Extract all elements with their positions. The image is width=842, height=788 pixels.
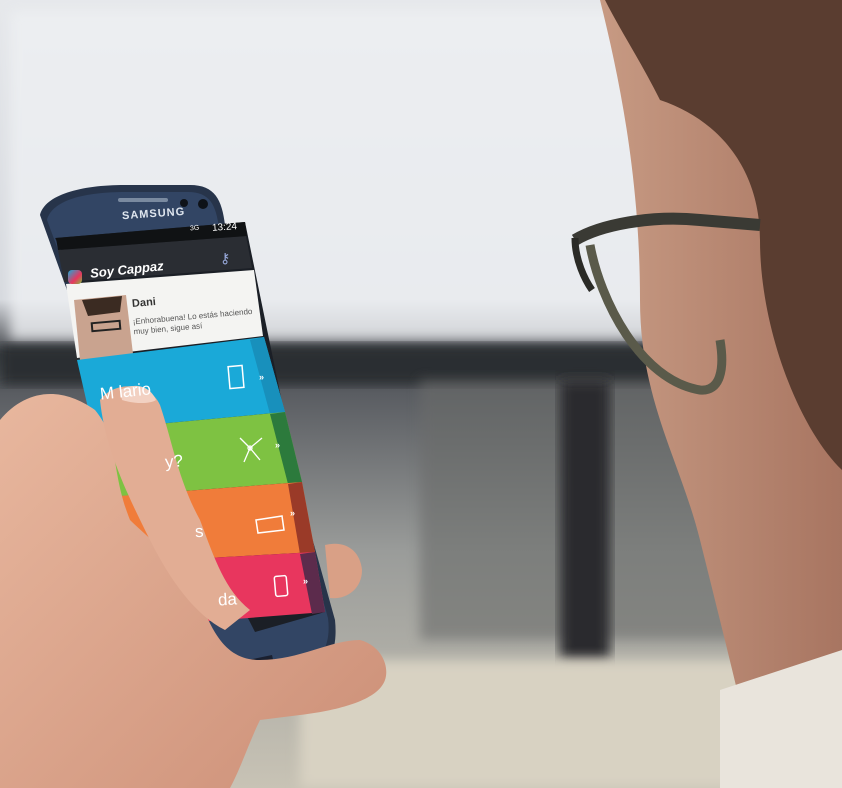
menu-item-label-3[interactable]: s — [194, 522, 204, 543]
user-name: Dani — [131, 295, 157, 311]
svg-text:»: » — [303, 576, 308, 586]
key-icon[interactable]: ⚷ — [220, 250, 230, 267]
menu-item-label-2[interactable]: y? — [164, 451, 184, 472]
photo-scene: » » » » SAMSUNG 3G 13:24 Soy Cappaz ⚷ Da… — [0, 0, 842, 788]
svg-text:»: » — [275, 440, 280, 450]
svg-text:»: » — [259, 372, 264, 382]
menu-item-label-4[interactable]: da — [217, 589, 237, 610]
status-time: 13:24 — [211, 221, 238, 234]
network-indicator: 3G — [189, 224, 200, 233]
app-logo-icon — [68, 270, 82, 284]
svg-text:»: » — [290, 508, 295, 518]
